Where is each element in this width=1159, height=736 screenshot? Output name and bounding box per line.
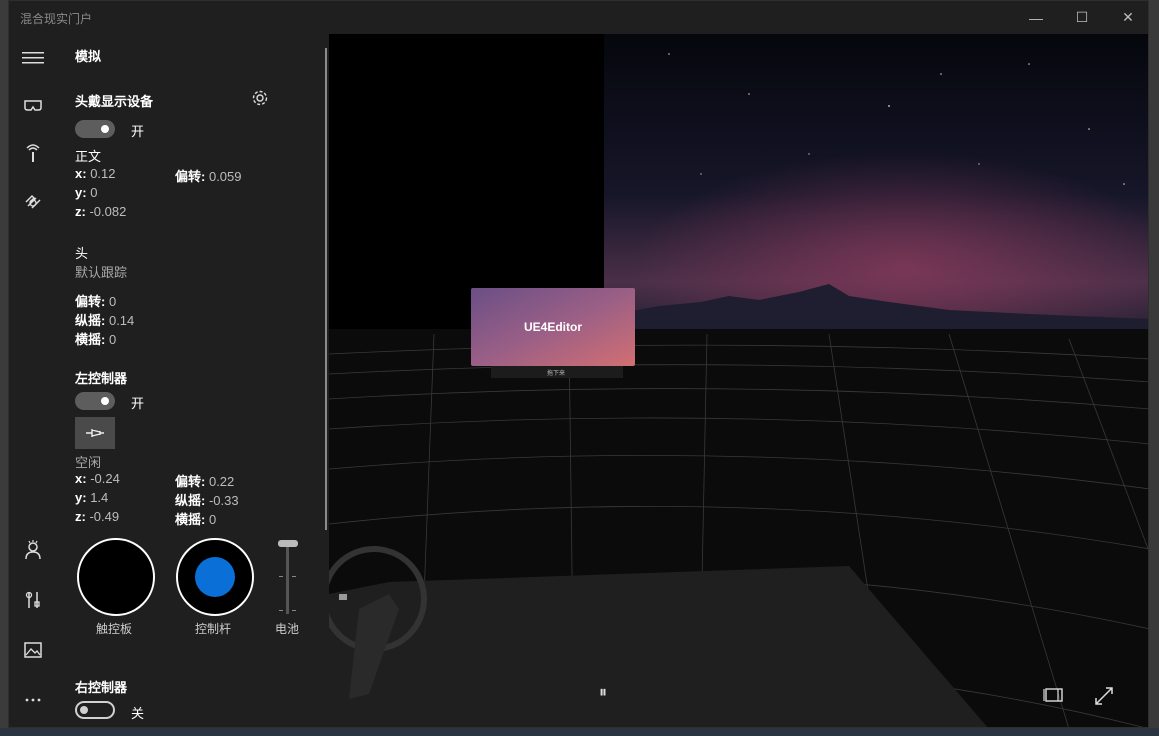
hmd-pose-title: 正文 xyxy=(75,149,102,164)
expand-icon xyxy=(1095,687,1113,705)
split-view-icon xyxy=(1043,688,1063,702)
thumbstick-label: 控制杆 xyxy=(195,622,232,636)
virtual-environment: UE4Editor 拖下来 xyxy=(329,34,1148,727)
battery-label: 电池 xyxy=(275,622,300,636)
mixed-reality-portal-window: 混合现实门户 — ☐ ✕ 模拟 头戴显示设备 开 正文 x: 0.12 偏转: … xyxy=(8,0,1149,728)
head-title: 头 xyxy=(75,246,89,261)
expand-button[interactable] xyxy=(1093,685,1115,712)
hmd-title: 头戴显示设备 xyxy=(75,94,154,109)
pause-button[interactable]: ⏸ xyxy=(599,684,607,702)
close-icon: ✕ xyxy=(1122,9,1134,25)
simulation-panel: 模拟 头戴显示设备 开 正文 x: 0.12 偏转: 0.059 y: 0 z:… xyxy=(57,34,329,727)
head-yaw: 偏转: 0 xyxy=(75,294,117,309)
controller-icon[interactable] xyxy=(21,141,45,165)
panel-scrollbar[interactable] xyxy=(325,48,327,530)
left-pitch: 纵摇: -0.33 xyxy=(175,493,239,508)
nav-rail xyxy=(9,34,57,727)
split-view-button[interactable] xyxy=(1043,687,1065,708)
left-z: z: -0.49 xyxy=(75,509,120,524)
hmd-z: z: -0.082 xyxy=(75,204,127,219)
thumbstick-control[interactable] xyxy=(176,538,254,616)
head-roll: 横摇: 0 xyxy=(75,332,117,347)
desktop-background-right xyxy=(1149,0,1159,736)
left-yaw: 偏转: 0.22 xyxy=(175,474,235,489)
left-y: y: 1.4 xyxy=(75,490,109,505)
touchpad-label: 触控板 xyxy=(96,622,133,636)
app-window-title[interactable]: UE4Editor xyxy=(524,320,582,334)
title-bar: 混合现实门户 — ☐ ✕ xyxy=(9,1,1148,34)
left-roll: 横摇: 0 xyxy=(175,512,217,527)
maximize-icon: ☐ xyxy=(1075,9,1089,25)
right-controller-toggle[interactable] xyxy=(75,701,115,719)
gear-icon[interactable] xyxy=(251,89,269,112)
minimize-button[interactable]: — xyxy=(1013,1,1059,34)
pause-icon: ⏸ xyxy=(599,684,608,701)
left-controller-title: 左控制器 xyxy=(75,371,128,386)
right-controller-title: 右控制器 xyxy=(75,680,128,695)
window-title: 混合现实门户 xyxy=(20,12,93,26)
pin-icon xyxy=(86,429,104,437)
image-icon[interactable] xyxy=(21,638,45,662)
desktop-background-left xyxy=(0,0,8,736)
mixed-reality-viewport[interactable]: UE4Editor 拖下来 ⏸ xyxy=(329,34,1148,727)
hands-icon[interactable] xyxy=(21,189,45,213)
left-x: x: -0.24 xyxy=(75,471,120,486)
left-controller-status: 空闲 xyxy=(75,455,102,470)
close-button[interactable]: ✕ xyxy=(1105,1,1151,34)
left-controller-toggle[interactable] xyxy=(75,392,115,410)
hmd-toggle-state: 开 xyxy=(131,124,145,139)
left-controller-toggle-state: 开 xyxy=(131,396,145,411)
thumbstick-knob[interactable] xyxy=(195,557,235,597)
hamburger-icon[interactable] xyxy=(21,46,45,70)
tools-icon[interactable] xyxy=(21,588,45,612)
touchpad-control[interactable] xyxy=(77,538,155,616)
hmd-y: y: 0 xyxy=(75,185,98,200)
panel-title: 模拟 xyxy=(75,49,102,64)
hmd-yaw: 偏转: 0.059 xyxy=(175,169,242,184)
battery-slider-track xyxy=(286,540,289,614)
hmd-x: x: 0.12 xyxy=(75,166,116,181)
hmd-toggle[interactable] xyxy=(75,120,115,138)
more-icon[interactable] xyxy=(21,688,45,712)
maximize-button[interactable]: ☐ xyxy=(1059,1,1105,34)
battery-slider-thumb[interactable] xyxy=(278,540,298,547)
app-window-caption: 拖下来 xyxy=(547,369,565,377)
head-pitch: 纵摇: 0.14 xyxy=(75,313,135,328)
right-controller-toggle-state: 关 xyxy=(131,706,145,721)
avatar-icon[interactable] xyxy=(21,538,45,562)
minimize-icon: — xyxy=(1029,9,1043,26)
head-mode: 默认跟踪 xyxy=(75,265,128,280)
pin-button[interactable] xyxy=(75,417,115,449)
headset-icon[interactable] xyxy=(21,93,45,117)
taskbar-edge xyxy=(0,728,1159,736)
